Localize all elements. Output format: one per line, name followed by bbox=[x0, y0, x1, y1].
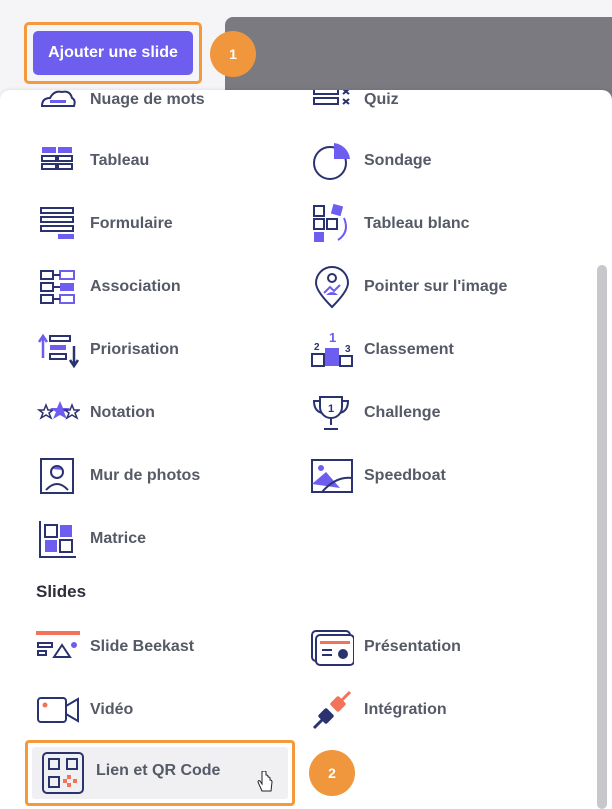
step-badge-2: 2 bbox=[309, 750, 355, 796]
menu-item-label: Classement bbox=[364, 341, 454, 358]
svg-text:1: 1 bbox=[328, 403, 334, 415]
menu-item-pin-image[interactable]: Pointer sur l'image bbox=[310, 263, 507, 311]
menu-item-label: Quiz bbox=[364, 91, 399, 108]
menu-item-photo-wall[interactable]: Mur de photos bbox=[36, 452, 200, 500]
trophy-icon: 1 bbox=[310, 391, 354, 435]
menu-item-poll[interactable]: Sondage bbox=[310, 137, 432, 185]
menu-item-label: Priorisation bbox=[90, 341, 179, 358]
menu-item-rating[interactable]: Notation bbox=[36, 389, 155, 437]
menu-item-label: Pointer sur l'image bbox=[364, 278, 508, 295]
menu-item-speedboat[interactable]: Speedboat bbox=[310, 452, 446, 500]
menu-item-form[interactable]: Formulaire bbox=[36, 200, 173, 248]
add-slide-highlight: Ajouter une slide bbox=[24, 22, 202, 84]
ranking-podium-icon: 12 3 bbox=[310, 328, 354, 372]
menu-item-label: Matrice bbox=[90, 530, 147, 547]
menu-item-label: Nuage de mots bbox=[90, 91, 205, 108]
menu-item-challenge[interactable]: 1 Challenge bbox=[310, 389, 440, 437]
menu-item-word-cloud[interactable]: Nuage de mots bbox=[36, 90, 205, 124]
svg-text:1: 1 bbox=[329, 330, 336, 345]
menu-item-whiteboard[interactable]: Tableau blanc bbox=[310, 200, 470, 248]
menu-item-prioritization[interactable]: Priorisation bbox=[36, 326, 179, 374]
menu-item-label: Speedboat bbox=[364, 467, 446, 484]
presentation-icon bbox=[310, 625, 354, 669]
video-icon bbox=[36, 688, 80, 732]
poll-pie-icon bbox=[310, 139, 354, 183]
menu-item-qr-code[interactable]: Lien et QR Code bbox=[32, 747, 288, 799]
qr-code-icon bbox=[40, 750, 86, 796]
slide-beekast-icon bbox=[36, 625, 80, 669]
qr-code-highlight: Lien et QR Code bbox=[25, 740, 295, 806]
step-badge-1: 1 bbox=[210, 31, 256, 77]
section-title-slides: Slides bbox=[36, 582, 87, 601]
menu-item-label: Notation bbox=[90, 404, 155, 421]
menu-item-label: Lien et QR Code bbox=[96, 762, 221, 779]
menu-item-label: Mur de photos bbox=[90, 467, 201, 484]
hand-cursor-icon bbox=[257, 771, 273, 792]
speedboat-icon bbox=[310, 454, 354, 498]
photo-wall-icon bbox=[36, 454, 80, 498]
menu-item-label: Formulaire bbox=[90, 215, 173, 232]
menu-item-label: Association bbox=[90, 278, 181, 295]
menu-item-association[interactable]: Association bbox=[36, 263, 181, 311]
table-icon bbox=[36, 139, 80, 183]
whiteboard-icon bbox=[310, 202, 354, 246]
svg-text:2: 2 bbox=[314, 342, 320, 353]
menu-item-label: Tableau bbox=[90, 152, 150, 169]
integration-plug-icon bbox=[310, 688, 354, 732]
menu-item-label: Slide Beekast bbox=[90, 638, 195, 655]
menu-item-video[interactable]: Vidéo bbox=[36, 686, 133, 734]
add-slide-button[interactable]: Ajouter une slide bbox=[33, 31, 193, 75]
matrix-icon bbox=[36, 517, 80, 561]
rating-stars-icon bbox=[36, 391, 80, 435]
menu-item-label: Challenge bbox=[364, 404, 441, 421]
slide-type-menu: Nuage de mots Tableau Formulaire Associa… bbox=[0, 90, 612, 809]
form-icon bbox=[36, 202, 80, 246]
association-icon bbox=[36, 265, 80, 309]
word-cloud-icon bbox=[36, 90, 80, 122]
menu-item-integration[interactable]: Intégration bbox=[310, 686, 447, 734]
menu-scrollbar[interactable] bbox=[597, 265, 607, 809]
menu-item-label: Intégration bbox=[364, 701, 447, 718]
menu-item-ranking[interactable]: 12 3 Classement bbox=[310, 326, 454, 374]
pin-on-image-icon bbox=[310, 265, 354, 309]
menu-item-label: Sondage bbox=[364, 152, 432, 169]
menu-item-table[interactable]: Tableau bbox=[36, 137, 149, 185]
menu-item-slide-beekast[interactable]: Slide Beekast bbox=[36, 623, 194, 671]
quiz-icon bbox=[310, 90, 354, 122]
prioritization-icon bbox=[36, 328, 80, 372]
menu-item-matrix[interactable]: Matrice bbox=[36, 515, 146, 563]
menu-item-presentation[interactable]: Présentation bbox=[310, 623, 461, 671]
menu-item-quiz[interactable]: Quiz bbox=[310, 90, 399, 124]
menu-item-label: Vidéo bbox=[90, 701, 134, 718]
menu-item-label: Présentation bbox=[364, 638, 461, 655]
svg-text:3: 3 bbox=[345, 344, 351, 355]
menu-item-label: Tableau blanc bbox=[364, 215, 470, 232]
